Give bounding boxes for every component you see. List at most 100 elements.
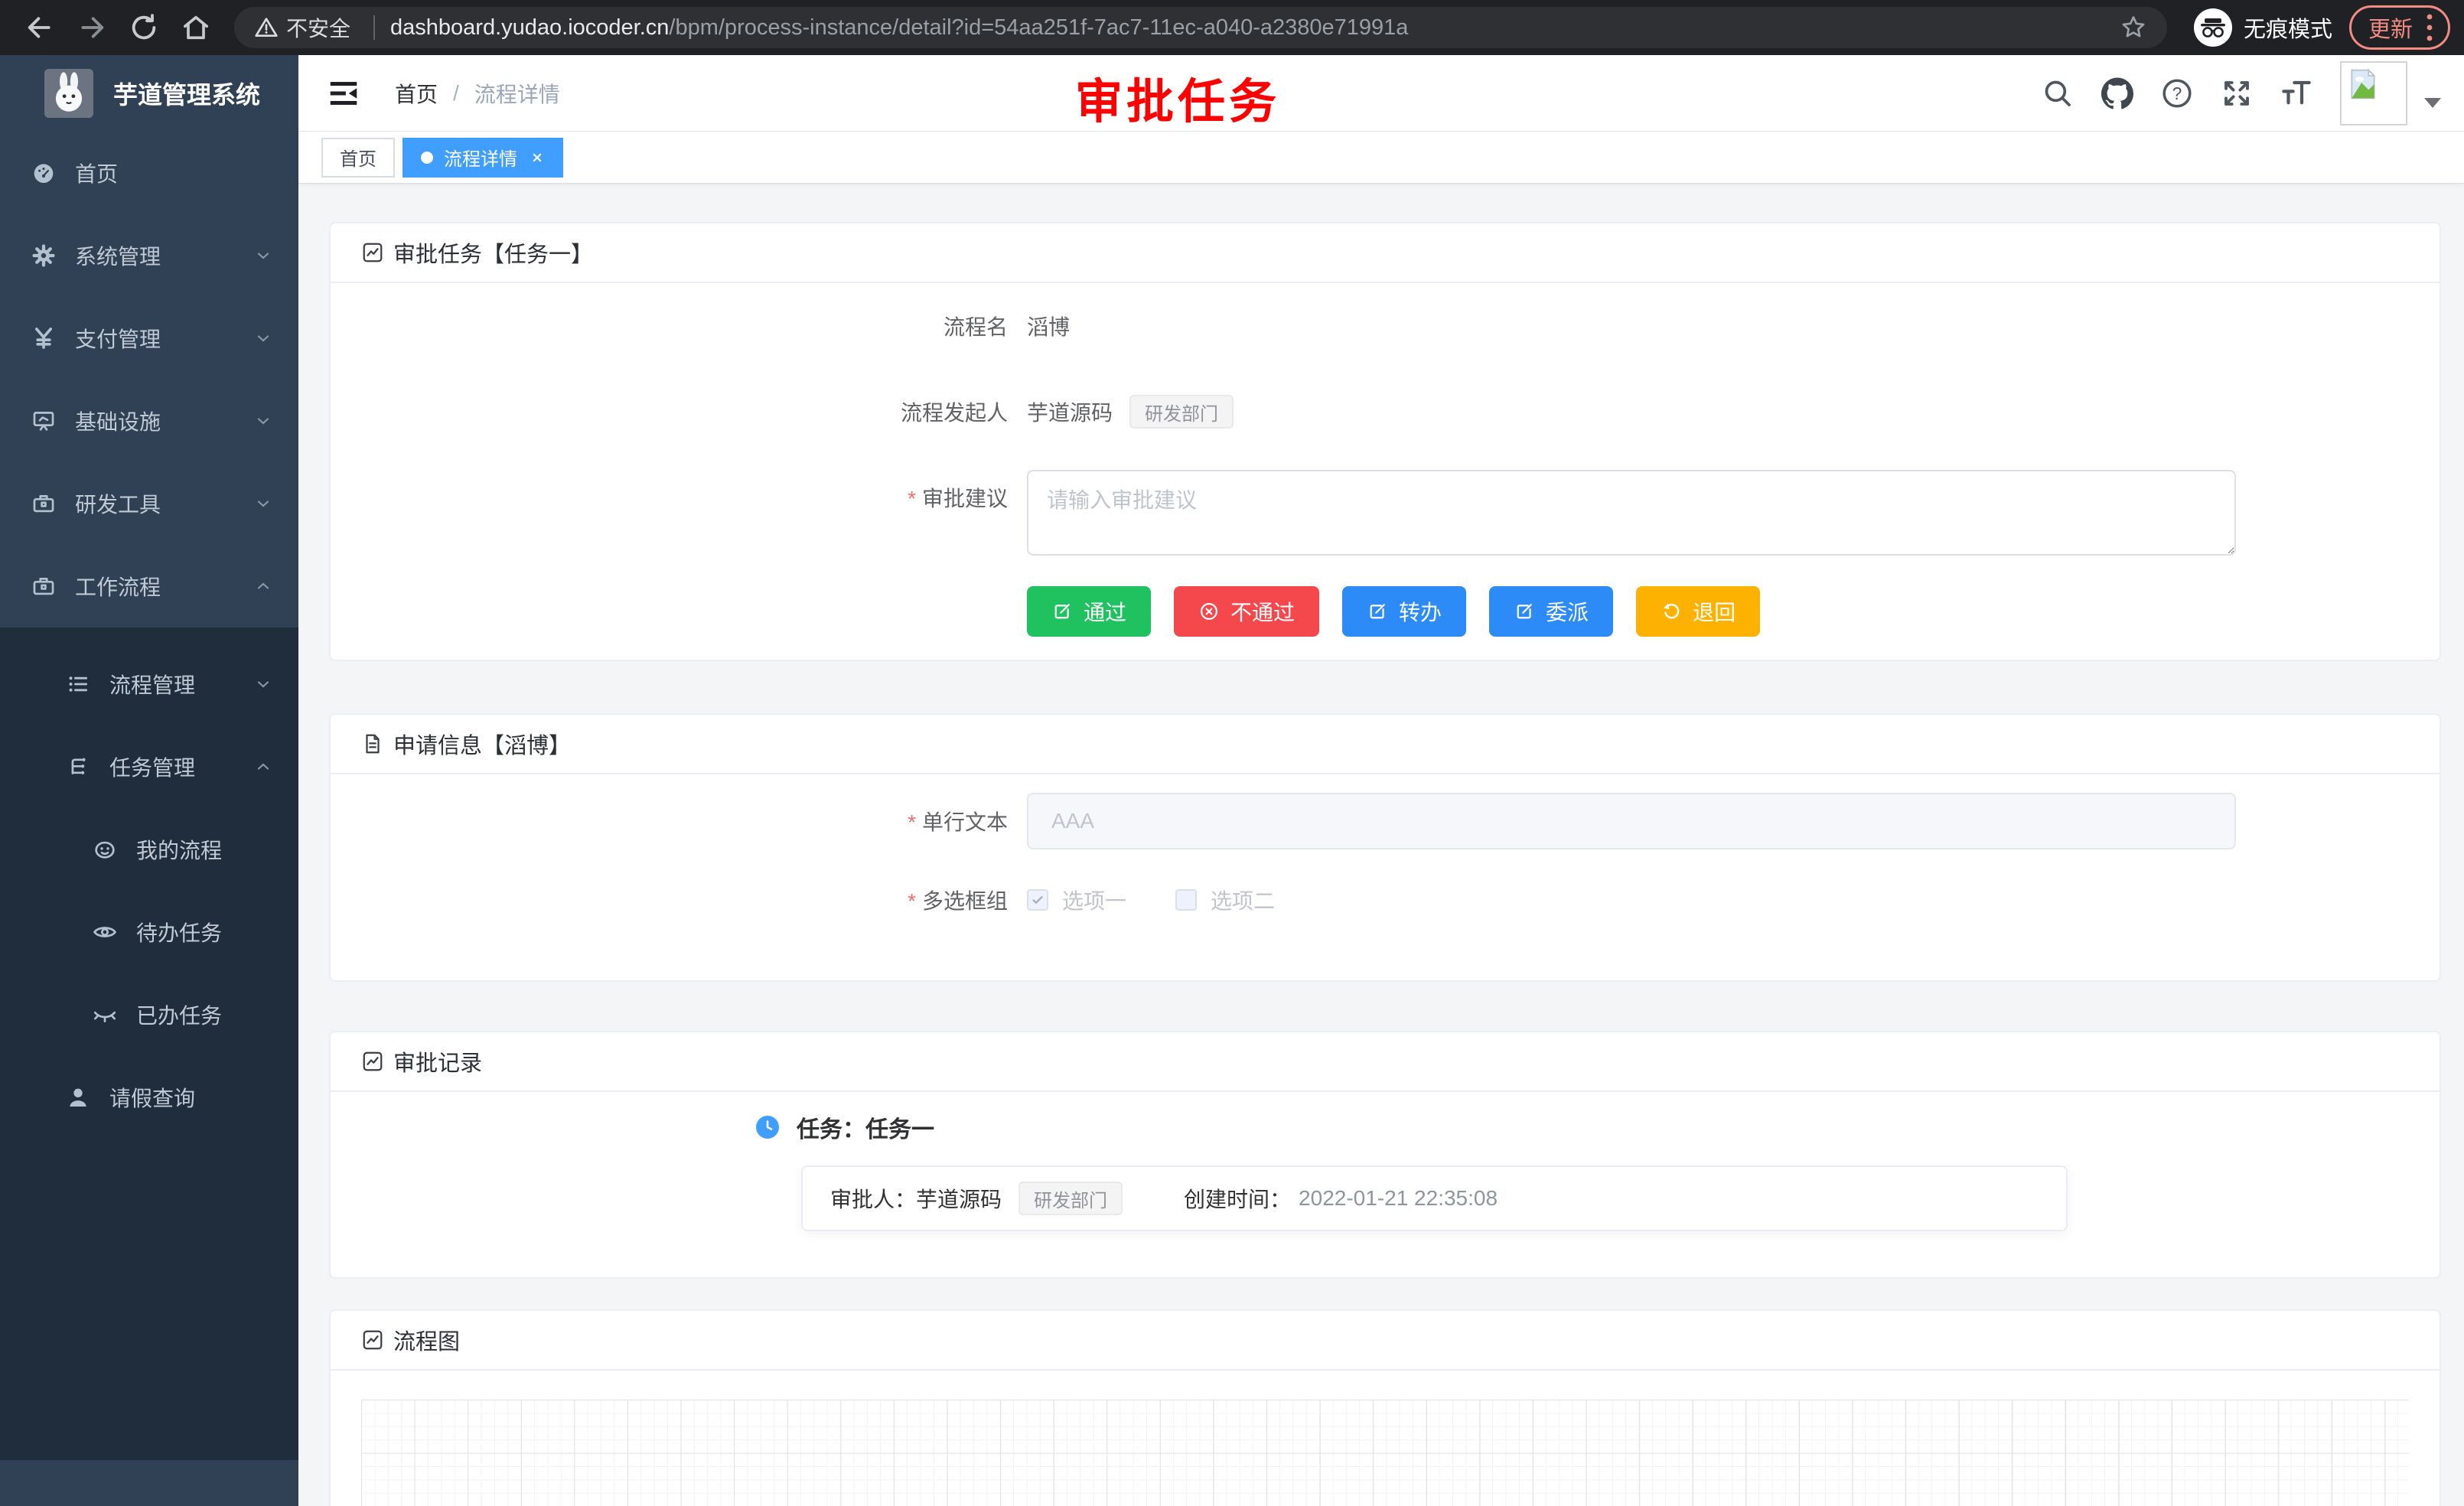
forward-icon[interactable] bbox=[77, 12, 107, 43]
button-label: 转办 bbox=[1399, 596, 1442, 627]
sidebar-item-system[interactable]: 系统管理 bbox=[0, 214, 298, 297]
card-header: 审批记录 bbox=[331, 1032, 2440, 1092]
avatar[interactable] bbox=[2340, 61, 2407, 126]
breadcrumb-home[interactable]: 首页 bbox=[395, 78, 438, 109]
process-diagram-card: 流程图 bbox=[329, 1309, 2441, 1506]
briefcase-icon bbox=[31, 573, 57, 599]
incognito-badge: 无痕模式 bbox=[2193, 8, 2332, 47]
sidebar-item-payment[interactable]: 支付管理 bbox=[0, 297, 298, 380]
bookmark-star-icon[interactable] bbox=[2120, 14, 2147, 41]
workflow-submenu: 流程管理 任务管理 我的流程 待办任务 已办任务 请假 bbox=[0, 628, 298, 1460]
sidebar-item-process-mgmt[interactable]: 流程管理 bbox=[0, 643, 298, 725]
security-label[interactable]: 不安全 bbox=[286, 12, 350, 43]
sidebar-item-workflow[interactable]: 工作流程 bbox=[0, 545, 298, 628]
chart-icon bbox=[361, 241, 384, 264]
sidebar-item-infra[interactable]: 基础设施 bbox=[0, 380, 298, 462]
github-icon[interactable] bbox=[2101, 77, 2133, 109]
breadcrumb: 首页 / 流程详情 bbox=[395, 78, 560, 109]
button-label: 通过 bbox=[1084, 596, 1126, 627]
sidebar-item-label: 基础设施 bbox=[75, 406, 161, 436]
approve-task-card: 审批任务【任务一】 流程名 滔博 流程发起人 芋道源码 研发部门 *审批建议 bbox=[329, 222, 2441, 661]
app-logo bbox=[44, 69, 93, 118]
reject-button[interactable]: 不通过 bbox=[1174, 586, 1319, 637]
browser-menu-icon[interactable] bbox=[2425, 11, 2434, 44]
help-icon[interactable]: ? bbox=[2161, 77, 2193, 109]
sidebar-item-leave-query[interactable]: 请假查询 bbox=[0, 1056, 298, 1139]
tag-home[interactable]: 首页 bbox=[321, 138, 395, 178]
fullscreen-icon[interactable] bbox=[2221, 77, 2253, 109]
bpmn-diagram-canvas[interactable] bbox=[361, 1400, 2409, 1506]
sidebar-item-devtools[interactable]: 研发工具 bbox=[0, 462, 298, 545]
return-button[interactable]: 退回 bbox=[1636, 586, 1760, 637]
card-title: 审批记录 bbox=[393, 1045, 482, 1077]
single-line-text-input bbox=[1027, 793, 2236, 849]
reload-icon[interactable] bbox=[129, 12, 159, 43]
address-bar[interactable]: 不安全 dashboard.yudao.iocoder.cn/bpm/proce… bbox=[234, 7, 2167, 48]
home-icon[interactable] bbox=[181, 12, 211, 43]
sidebar-item-label: 支付管理 bbox=[75, 323, 161, 354]
list-icon bbox=[65, 671, 91, 697]
button-label: 委派 bbox=[1546, 596, 1589, 627]
browser-update-button[interactable]: 更新 bbox=[2349, 5, 2450, 50]
user-avatar-menu[interactable] bbox=[2340, 61, 2441, 126]
timeline-item: 任务：任务一 bbox=[755, 1110, 2440, 1144]
search-icon[interactable] bbox=[2042, 77, 2074, 109]
approve-button[interactable]: 通过 bbox=[1027, 586, 1151, 637]
eye-open-icon bbox=[92, 919, 118, 945]
sidebar-item-todo-tasks[interactable]: 待办任务 bbox=[0, 891, 298, 973]
form-row-initiator: 流程发起人 芋道源码 研发部门 bbox=[331, 384, 2440, 439]
field-label: 流程发起人 bbox=[331, 396, 1008, 427]
circle-close-icon bbox=[1198, 601, 1220, 622]
sidebar-item-home[interactable]: 首页 bbox=[0, 132, 298, 214]
back-icon[interactable] bbox=[24, 12, 55, 43]
required-asterisk: * bbox=[908, 810, 916, 834]
tag-process-detail[interactable]: 流程详情 bbox=[403, 138, 563, 178]
sidebar-item-my-process[interactable]: 我的流程 bbox=[0, 808, 298, 891]
initiator-name: 芋道源码 bbox=[1027, 396, 1113, 427]
form-row-comment: *审批建议 bbox=[331, 470, 2440, 556]
app-logo-row[interactable]: 芋道管理系统 bbox=[0, 55, 298, 132]
edit-icon bbox=[1051, 601, 1073, 622]
chevron-up-icon bbox=[254, 577, 272, 595]
page-content: 审批任务【任务一】 流程名 滔博 流程发起人 芋道源码 研发部门 *审批建议 bbox=[298, 184, 2464, 1506]
required-asterisk: * bbox=[908, 889, 916, 913]
url-text[interactable]: dashboard.yudao.iocoder.cn/bpm/process-i… bbox=[390, 15, 2120, 41]
url-host: dashboard.yudao.iocoder.cn bbox=[390, 15, 669, 40]
delegate-button[interactable]: 委派 bbox=[1489, 586, 1613, 637]
top-navbar: 首页 / 流程详情 审批任务 ? bbox=[298, 55, 2464, 132]
task-title: 任务：任务一 bbox=[797, 1110, 934, 1144]
initiator-value: 芋道源码 研发部门 bbox=[1027, 395, 1234, 429]
card-body: 任务：任务一 审批人： 芋道源码 研发部门 创建时间： 2022-01-21 2… bbox=[331, 1092, 2440, 1277]
annotation-text: 审批任务 bbox=[1075, 63, 1280, 132]
chevron-down-icon bbox=[254, 494, 272, 513]
card-body bbox=[331, 1371, 2440, 1506]
field-label: *单行文本 bbox=[331, 806, 1008, 836]
card-body: 流程名 滔博 流程发起人 芋道源码 研发部门 *审批建议 bbox=[331, 283, 2440, 660]
dept-tag: 研发部门 bbox=[1019, 1182, 1123, 1215]
button-label: 不通过 bbox=[1230, 596, 1295, 627]
undo-icon bbox=[1661, 601, 1682, 622]
chevron-up-icon bbox=[254, 758, 272, 776]
collapse-sidebar-icon[interactable] bbox=[326, 76, 361, 111]
broken-image-icon bbox=[2346, 67, 2380, 101]
font-size-icon[interactable] bbox=[2280, 77, 2312, 109]
avatar-caret-icon[interactable] bbox=[2424, 98, 2441, 108]
sidebar-item-done-tasks[interactable]: 已办任务 bbox=[0, 973, 298, 1056]
form-row-checkboxes: *多选框组 选项一 选项二 bbox=[331, 885, 2440, 915]
sidebar-item-label: 我的流程 bbox=[136, 834, 222, 865]
sidebar-item-task-mgmt[interactable]: 任务管理 bbox=[0, 725, 298, 808]
sidebar-item-label: 流程管理 bbox=[109, 669, 195, 699]
created-label: 创建时间： bbox=[1184, 1183, 1291, 1214]
tag-label: 首页 bbox=[340, 144, 376, 171]
checkbox-checked-icon bbox=[1027, 889, 1048, 911]
form-row-process-name: 流程名 滔博 bbox=[331, 298, 2440, 354]
card-title: 流程图 bbox=[393, 1324, 460, 1356]
monitor-icon bbox=[31, 408, 57, 434]
chart-icon bbox=[361, 1050, 384, 1073]
checkbox-label: 选项二 bbox=[1211, 885, 1275, 915]
yen-icon bbox=[31, 325, 57, 351]
approval-comment-input[interactable] bbox=[1027, 470, 2236, 556]
tag-close-icon[interactable] bbox=[530, 150, 545, 165]
card-title: 申请信息【滔博】 bbox=[393, 728, 571, 760]
transfer-button[interactable]: 转办 bbox=[1342, 586, 1466, 637]
